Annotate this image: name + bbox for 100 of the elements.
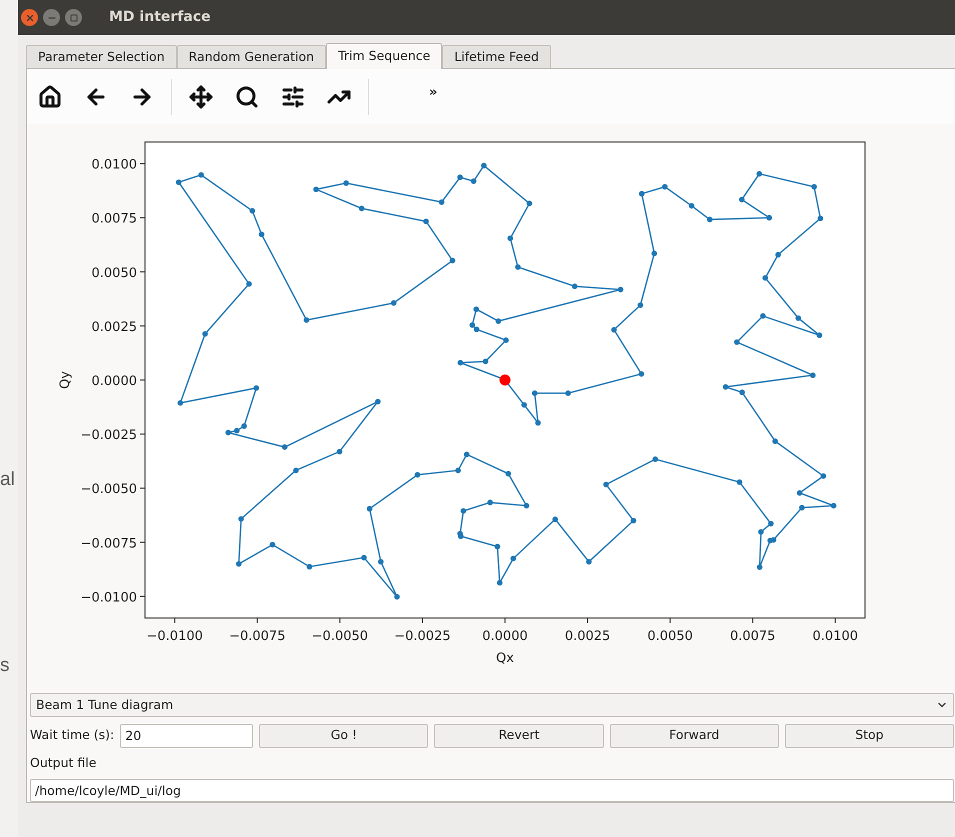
- window-title: MD interface: [109, 8, 211, 27]
- data-point: [810, 372, 816, 378]
- data-point: [358, 206, 364, 212]
- y-tick-label: 0.0025: [92, 320, 137, 335]
- data-point: [313, 186, 319, 192]
- y-tick-label: 0.0100: [92, 158, 137, 173]
- tab[interactable]: Trim Sequence: [326, 43, 442, 69]
- data-point: [473, 306, 480, 312]
- data-point: [818, 216, 824, 222]
- wait-time-field[interactable]: 20: [120, 724, 254, 748]
- home-icon: [38, 84, 62, 108]
- current-point: [500, 374, 510, 386]
- close-button[interactable]: [21, 9, 38, 26]
- data-point: [394, 594, 400, 600]
- data-point: [565, 390, 571, 396]
- data-point: [586, 558, 592, 565]
- data-point: [768, 520, 774, 526]
- data-point: [766, 214, 772, 221]
- action-button[interactable]: Revert: [434, 724, 604, 748]
- toolbar-overflow-button[interactable]: »: [425, 82, 442, 102]
- action-button[interactable]: Go !: [259, 724, 428, 748]
- data-point: [572, 284, 578, 290]
- data-point: [796, 490, 802, 496]
- data-point: [532, 390, 538, 396]
- data-point: [282, 444, 288, 450]
- data-point: [772, 438, 778, 444]
- y-tick-label: −0.0025: [80, 428, 137, 444]
- data-point: [306, 564, 312, 570]
- data-point: [378, 558, 384, 565]
- data-point: [638, 190, 645, 196]
- x-tick-label: −0.0050: [312, 629, 368, 644]
- x-tick-label: 0.0050: [647, 629, 693, 644]
- y-tick-label: −0.0075: [80, 536, 137, 552]
- y-axis-label: Qy: [58, 371, 73, 389]
- data-point: [756, 564, 762, 570]
- data-point: [481, 162, 487, 168]
- data-point: [756, 171, 762, 177]
- data-point: [455, 468, 461, 474]
- tab[interactable]: Parameter Selection: [26, 45, 177, 68]
- data-point: [482, 358, 488, 364]
- action-button[interactable]: Forward: [610, 724, 779, 748]
- background-text: s: [0, 654, 10, 678]
- action-button[interactable]: Stop: [784, 724, 954, 748]
- search-icon: [235, 84, 259, 108]
- x-tick-label: −0.0100: [146, 629, 203, 644]
- data-point: [503, 337, 509, 343]
- x-tick-label: 0.0025: [564, 629, 610, 644]
- x-axis-label: Qx: [496, 651, 514, 666]
- data-point: [799, 504, 805, 510]
- data-point: [304, 317, 310, 323]
- data-point: [795, 315, 802, 321]
- data-point: [535, 420, 541, 426]
- data-point: [366, 506, 372, 512]
- data-point: [487, 500, 493, 506]
- data-point: [457, 174, 463, 180]
- y-tick-label: −0.0050: [80, 482, 137, 498]
- data-point: [611, 327, 617, 333]
- x-tick-label: −0.0075: [229, 629, 286, 644]
- data-point: [375, 398, 381, 404]
- minimize-button[interactable]: [43, 9, 60, 26]
- data-point: [830, 502, 836, 508]
- data-point: [760, 313, 766, 319]
- y-tick-label: −0.0100: [80, 590, 137, 606]
- data-point: [630, 518, 636, 524]
- x-tick-label: 0.0100: [812, 629, 858, 644]
- data-point: [202, 331, 208, 337]
- data-point: [460, 508, 466, 514]
- data-point: [811, 184, 817, 190]
- data-point: [515, 264, 521, 270]
- tab[interactable]: Lifetime Feed: [442, 45, 551, 68]
- x-tick-label: 0.0075: [730, 629, 776, 644]
- data-point: [758, 529, 764, 535]
- data-point: [458, 360, 464, 366]
- wait-time-label: Wait time (s):: [30, 726, 114, 744]
- data-point: [496, 318, 502, 324]
- data-point: [775, 252, 781, 258]
- data-point: [176, 179, 182, 186]
- data-point: [198, 172, 204, 178]
- maximize-button[interactable]: [65, 9, 82, 26]
- data-point: [494, 544, 500, 550]
- data-point: [816, 332, 822, 338]
- y-tick-label: 0.0000: [92, 374, 137, 389]
- y-tick-label: 0.0075: [92, 212, 137, 227]
- data-point: [250, 208, 256, 214]
- data-point: [739, 390, 745, 396]
- data-point: [688, 203, 694, 209]
- tune-dropdown[interactable]: Beam 1 Tune diagram: [30, 693, 954, 717]
- data-point: [470, 178, 476, 184]
- data-point: [270, 542, 276, 548]
- close-icon: [24, 12, 34, 22]
- tab[interactable]: Random Generation: [176, 45, 326, 68]
- maximize-icon: [70, 14, 78, 22]
- data-point: [423, 218, 429, 224]
- data-point: [618, 286, 624, 292]
- output-file-field[interactable]: /home/lcoyle/MD_ui/log: [30, 778, 954, 802]
- data-point: [510, 556, 516, 562]
- data-point: [524, 502, 530, 508]
- data-point: [820, 473, 826, 479]
- data-point: [552, 516, 558, 522]
- data-point: [361, 554, 367, 560]
